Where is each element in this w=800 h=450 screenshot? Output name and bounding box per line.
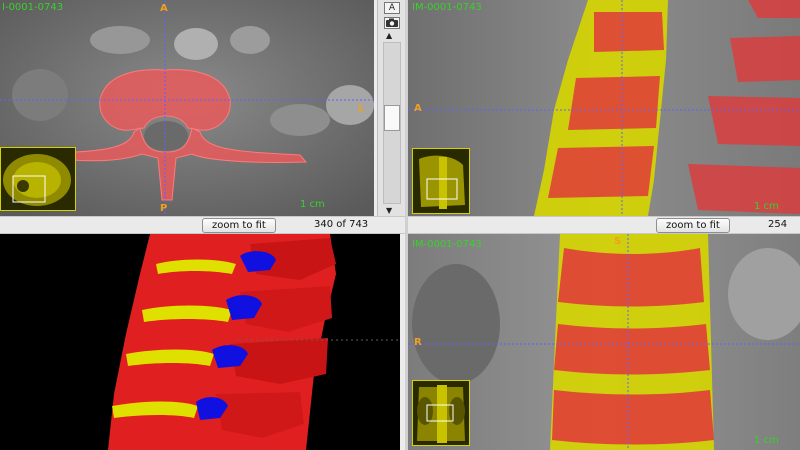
sagittal-thumbnail[interactable] (412, 148, 470, 214)
left-view-toolbar: zoom to fit 340 of 743 (0, 216, 405, 234)
sagittal-orient-left: A (414, 103, 422, 114)
right-view-toolbar: zoom to fit 254 (408, 216, 800, 234)
slice-counter-right: 254 (768, 219, 788, 230)
scroll-up-arrow[interactable]: ▲ (386, 31, 392, 40)
camera-icon[interactable] (384, 17, 400, 29)
axial-orient-bottom: P (160, 203, 168, 214)
coronal-view[interactable]: IM-0001-0743 S R 1 cm (408, 234, 800, 450)
coronal-orient-top: S (614, 236, 622, 247)
coronal-orient-left: R (414, 337, 422, 348)
axial-view[interactable]: I-0001-0743 A L P 1 cm (0, 0, 374, 216)
annotation-a-button[interactable]: A (384, 2, 400, 14)
surface-3d-view[interactable] (0, 234, 400, 450)
scroll-down-arrow[interactable]: ▼ (386, 206, 392, 215)
coronal-thumbnail[interactable] (412, 380, 470, 446)
slice-scroll-thumb[interactable] (384, 105, 400, 131)
sagittal-series-label: IM-0001-0743 (412, 2, 482, 13)
zoom-to-fit-button-left[interactable]: zoom to fit (202, 218, 276, 233)
axial-orient-top: A (160, 3, 168, 14)
sagittal-view[interactable]: IM-0001-0743 A 1 cm (408, 0, 800, 216)
coronal-series-label: IM-0001-0743 (412, 239, 482, 250)
segmentation-viewer: I-0001-0743 A L P 1 cm A ▲ ▼ IM-0001-074… (0, 0, 800, 450)
sagittal-scale-label: 1 cm (754, 201, 779, 212)
surface-3d-render (0, 234, 400, 450)
coronal-scale-label: 1 cm (754, 435, 779, 446)
slice-counter-left: 340 of 743 (314, 219, 369, 230)
slice-scrollbar-panel: A ▲ ▼ (377, 0, 405, 216)
slice-scroll-track[interactable] (383, 42, 401, 204)
axial-thumbnail[interactable] (0, 147, 76, 211)
axial-orient-right: L (358, 103, 365, 114)
axial-scale-label: 1 cm (300, 199, 325, 210)
axial-series-label: I-0001-0743 (2, 2, 64, 13)
zoom-to-fit-button-right[interactable]: zoom to fit (656, 218, 730, 233)
